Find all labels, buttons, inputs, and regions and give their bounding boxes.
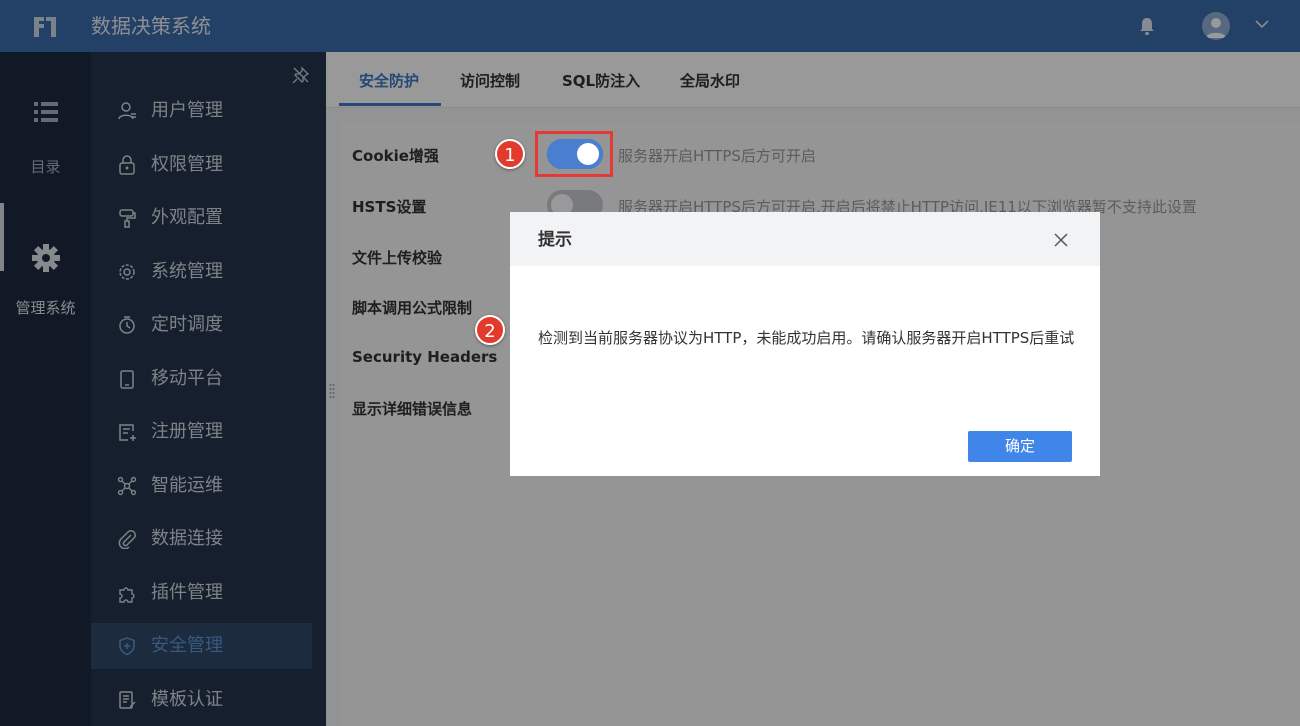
ok-button[interactable]: 确定	[968, 431, 1072, 462]
dialog-title: 提示	[538, 230, 572, 250]
close-icon[interactable]	[1053, 232, 1069, 248]
dialog-header: 提示	[510, 212, 1100, 266]
prompt-dialog: 提示 检测到当前服务器协议为HTTP，未能成功启用。请确认服务器开启HTTPS后…	[510, 212, 1100, 476]
step-badge-1: 1	[495, 139, 525, 169]
dialog-message: 检测到当前服务器协议为HTTP，未能成功启用。请确认服务器开启HTTPS后重试	[538, 329, 1075, 347]
cookie-toggle-highlighted[interactable]	[547, 139, 603, 169]
step-badge-2: 2	[475, 315, 505, 345]
